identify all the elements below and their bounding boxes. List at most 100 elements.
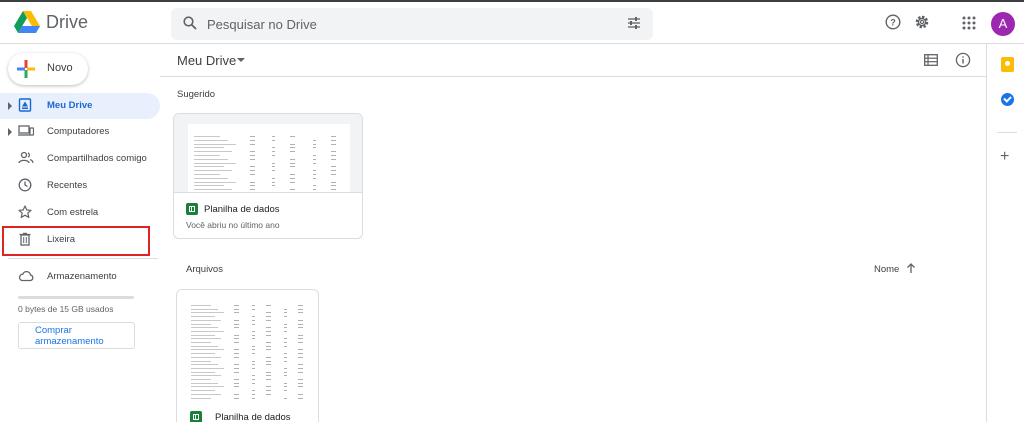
sheet-preview-cell bbox=[265, 342, 271, 343]
sheet-preview-cell bbox=[233, 342, 239, 343]
sidebar-item-storage[interactable]: Armazenamento bbox=[0, 264, 160, 290]
sheet-preview-cell bbox=[249, 166, 255, 168]
sheet-preview-cell bbox=[330, 185, 336, 187]
sheet-preview-cell bbox=[265, 356, 271, 358]
search-icon[interactable] bbox=[183, 16, 197, 30]
sidebar-item-recent[interactable]: Recentes bbox=[0, 173, 160, 199]
sheets-icon bbox=[186, 203, 198, 215]
sheet-preview-cell bbox=[251, 330, 255, 332]
sheet-preview-line bbox=[194, 151, 233, 153]
sheet-preview-cell bbox=[249, 139, 255, 141]
main-content: Meu Drive Sugerido Planilha de dados Voc… bbox=[160, 44, 986, 422]
sheet-preview-line bbox=[191, 393, 222, 395]
sheet-preview-line bbox=[191, 397, 212, 399]
sheet-preview-cell bbox=[312, 162, 316, 164]
sheet-preview-cell bbox=[265, 371, 271, 373]
sheet-preview-cell bbox=[233, 393, 239, 395]
apps-grid-icon[interactable] bbox=[962, 16, 976, 30]
sheet-preview-cell bbox=[233, 308, 239, 310]
sheet-preview-line bbox=[191, 327, 218, 329]
sheet-preview-line bbox=[191, 349, 225, 351]
app-name[interactable]: Drive bbox=[46, 12, 88, 33]
search-input[interactable] bbox=[207, 14, 587, 34]
sidebar-item-label: Compartilhados comigo bbox=[47, 153, 147, 164]
info-icon[interactable] bbox=[955, 52, 971, 68]
files-heading: Arquivos bbox=[186, 264, 223, 275]
sheet-preview-cell bbox=[297, 356, 303, 358]
sheet-preview-cell bbox=[249, 170, 255, 172]
sheet-preview-cell bbox=[290, 166, 296, 168]
sheet-preview-cell bbox=[330, 155, 336, 156]
search-bar[interactable] bbox=[171, 8, 653, 40]
sheet-preview-line bbox=[191, 338, 222, 340]
sheet-preview-cell bbox=[312, 174, 316, 175]
expand-arrow-icon[interactable] bbox=[8, 128, 12, 136]
sheet-preview-cell bbox=[297, 364, 303, 366]
suggested-file-card[interactable]: Planilha de dados Você abriu no último a… bbox=[173, 113, 363, 239]
sheet-preview-cell bbox=[233, 367, 239, 369]
sheet-preview-cell bbox=[297, 319, 303, 321]
sheet-preview-cell bbox=[312, 189, 316, 191]
sheet-preview-cell bbox=[272, 185, 276, 187]
sheet-preview-cell bbox=[283, 356, 287, 358]
sheet-preview-line bbox=[194, 139, 229, 141]
sheet-preview-cell bbox=[233, 338, 239, 340]
add-addon-icon[interactable]: + bbox=[1000, 149, 1009, 165]
drive-logo-icon[interactable] bbox=[14, 10, 40, 34]
page-title[interactable]: Meu Drive bbox=[177, 53, 236, 68]
sheet-preview-cell bbox=[272, 139, 276, 141]
keep-icon[interactable] bbox=[1001, 57, 1014, 72]
arrow-up-icon[interactable] bbox=[906, 262, 916, 274]
sheet-preview-cell bbox=[265, 334, 271, 336]
sort-by-name[interactable]: Nome bbox=[874, 264, 899, 275]
tasks-icon[interactable] bbox=[1001, 93, 1014, 106]
sheet-preview-cell bbox=[249, 174, 255, 175]
storage-usage-bar bbox=[18, 296, 134, 299]
list-view-icon[interactable] bbox=[924, 54, 938, 66]
sidebar-item-shared[interactable]: Compartilhados comigo bbox=[0, 146, 160, 172]
sheet-preview-cell bbox=[297, 397, 303, 399]
chevron-down-icon[interactable] bbox=[237, 58, 245, 62]
settings-gear-icon[interactable] bbox=[914, 14, 930, 30]
search-options-icon[interactable] bbox=[627, 16, 641, 30]
sheet-preview-line bbox=[194, 162, 237, 164]
sheet-preview-cell bbox=[297, 353, 303, 355]
account-avatar[interactable]: A bbox=[991, 12, 1015, 36]
top-bar: Drive ? A bbox=[0, 0, 1024, 44]
sheet-preview-cell bbox=[312, 147, 316, 149]
sidebar-item-starred[interactable]: Com estrela bbox=[0, 200, 160, 226]
sidebar-item-computers[interactable]: Computadores bbox=[0, 119, 160, 145]
file-card[interactable]: Planilha de dados bbox=[176, 289, 319, 422]
buy-storage-button[interactable]: Comprar armazenamento bbox=[18, 322, 135, 349]
sheet-preview-cell bbox=[330, 170, 336, 172]
sheet-preview bbox=[188, 124, 350, 192]
sheet-preview-cell bbox=[297, 349, 303, 351]
sheet-preview-cell bbox=[251, 338, 255, 340]
sheet-preview-cell bbox=[290, 147, 296, 149]
sheet-preview-cell bbox=[249, 151, 255, 153]
sheet-preview-cell bbox=[330, 189, 336, 191]
sheet-preview-cell bbox=[297, 386, 303, 388]
sheet-preview-cell bbox=[290, 158, 296, 160]
new-button[interactable]: Novo bbox=[8, 53, 88, 85]
sheet-preview-line bbox=[191, 356, 222, 358]
expand-arrow-icon[interactable] bbox=[8, 102, 12, 110]
sheet-preview-cell bbox=[297, 379, 303, 380]
clock-icon bbox=[18, 178, 32, 192]
sheet-preview-line bbox=[194, 181, 237, 183]
trash-highlight-box bbox=[2, 226, 150, 256]
cloud-icon bbox=[18, 270, 34, 282]
sheet-preview-cell bbox=[283, 312, 287, 314]
sidebar-divider bbox=[8, 258, 158, 259]
sidebar-item-label: Com estrela bbox=[47, 207, 99, 218]
sidebar-item-my-drive[interactable]: Meu Drive bbox=[0, 93, 160, 119]
sheet-preview-cell bbox=[251, 308, 255, 310]
sheet-preview-cell bbox=[283, 367, 287, 369]
sheet-preview-cell bbox=[290, 162, 296, 164]
help-icon[interactable]: ? bbox=[885, 14, 901, 30]
sheet-preview-cell bbox=[297, 334, 303, 336]
sheet-preview-cell bbox=[290, 143, 296, 145]
sheet-preview-cell bbox=[312, 143, 316, 145]
sheet-preview-cell bbox=[290, 181, 296, 183]
sheet-preview-line bbox=[191, 330, 225, 332]
